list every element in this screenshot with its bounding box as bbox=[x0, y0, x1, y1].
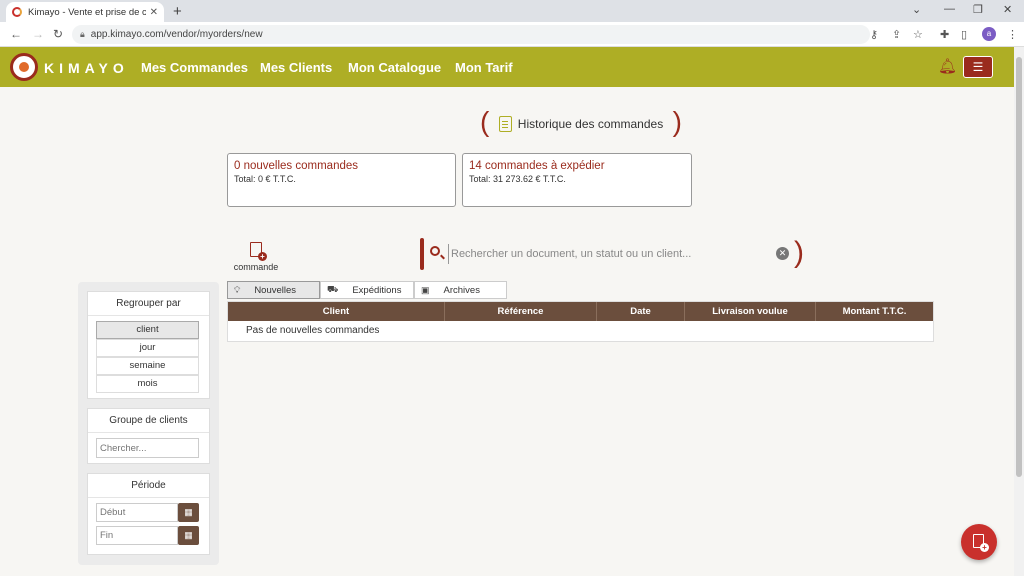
filters-sidebar: Regrouper par client jour semaine mois G… bbox=[78, 282, 219, 565]
orders-tabs: 💡︎ Nouvelles ⛟ Expéditions ▣ Archives bbox=[227, 281, 507, 299]
client-group-panel: Groupe de clients bbox=[87, 408, 210, 464]
start-date-input[interactable] bbox=[96, 503, 178, 522]
new-orders-total: Total: 0 € T.T.C. bbox=[234, 174, 296, 184]
nav-mes-commandes[interactable]: Mes Commandes bbox=[141, 60, 248, 75]
column-montant[interactable]: Montant T.T.C. bbox=[816, 302, 933, 321]
column-livraison-voulue[interactable]: Livraison voulue bbox=[685, 302, 816, 321]
url-text: app.kimayo.com/vendor/myorders/new bbox=[90, 29, 263, 40]
forward-button[interactable]: → bbox=[32, 27, 44, 41]
browser-tab[interactable]: Kimayo - Vente et prise de comm ✕ bbox=[6, 2, 164, 22]
search-right-bracket: ) bbox=[794, 236, 804, 269]
orders-to-ship-total: Total: 31 273.62 € T.T.C. bbox=[469, 174, 566, 184]
page-scrollbar[interactable] bbox=[1014, 47, 1024, 576]
browser-tab-title: Kimayo - Vente et prise de comm bbox=[28, 6, 146, 18]
right-bracket-decoration: ) bbox=[672, 106, 682, 137]
client-group-title: Groupe de clients bbox=[88, 409, 209, 433]
new-orders-card[interactable]: 0 nouvelles commandes Total: 0 € T.T.C. bbox=[227, 153, 456, 207]
group-by-jour[interactable]: jour bbox=[96, 339, 199, 357]
nav-mon-tarif[interactable]: Mon Tarif bbox=[455, 60, 513, 75]
bookmark-star-icon[interactable]: ☆ bbox=[913, 28, 923, 41]
nav-mes-clients[interactable]: Mes Clients bbox=[260, 60, 332, 75]
new-document-icon bbox=[973, 534, 989, 552]
close-window-button[interactable]: ✕ bbox=[1003, 3, 1012, 16]
search-input[interactable] bbox=[448, 244, 788, 264]
notification-bell-icon[interactable]: 🔔︎ bbox=[938, 57, 957, 75]
search-icon[interactable] bbox=[430, 246, 440, 256]
reload-button[interactable]: ↻ bbox=[53, 27, 63, 41]
column-client[interactable]: Client bbox=[228, 302, 445, 321]
address-bar[interactable]: 🔒︎ app.kimayo.com/vendor/myorders/new bbox=[72, 25, 870, 44]
browser-tab-bar: Kimayo - Vente et prise de comm ✕ + ⌄ — … bbox=[0, 0, 1024, 22]
tab-nouvelles-label: Nouvelles bbox=[254, 284, 297, 296]
kimayo-logo-icon[interactable] bbox=[10, 53, 38, 81]
back-button[interactable]: ← bbox=[10, 27, 22, 41]
document-list-icon bbox=[498, 116, 512, 132]
start-calendar-icon[interactable]: ▦ bbox=[178, 503, 199, 522]
end-date-input[interactable] bbox=[96, 526, 178, 545]
new-orders-count: 0 nouvelles commandes bbox=[234, 160, 359, 172]
share-icon[interactable]: ⇪ bbox=[892, 28, 901, 41]
group-by-client[interactable]: client bbox=[96, 321, 199, 339]
column-reference[interactable]: Référence bbox=[445, 302, 597, 321]
table-header: Client Référence Date Livraison voulue M… bbox=[228, 302, 933, 321]
logo-text[interactable]: KIMAYO bbox=[44, 60, 129, 76]
key-icon[interactable]: ⚷ bbox=[870, 28, 878, 41]
tab-archives[interactable]: ▣ Archives bbox=[414, 281, 507, 299]
group-by-title: Regrouper par bbox=[88, 292, 209, 316]
search-left-bracket bbox=[420, 238, 424, 270]
orders-to-ship-card[interactable]: 14 commandes à expédier Total: 31 273.62… bbox=[462, 153, 692, 207]
clear-search-icon[interactable]: ✕ bbox=[776, 247, 789, 260]
column-date[interactable]: Date bbox=[597, 302, 685, 321]
browser-menu-icon[interactable]: ⋮ bbox=[1007, 28, 1018, 41]
empty-table-message: Pas de nouvelles commandes bbox=[246, 325, 380, 336]
tab-expeditions-label: Expéditions bbox=[352, 284, 402, 296]
tab-search-icon[interactable]: ⌄ bbox=[912, 3, 921, 16]
search-bar: ✕ ) bbox=[420, 236, 805, 270]
extensions-icon[interactable]: ✚ bbox=[940, 28, 949, 41]
new-document-icon bbox=[250, 242, 267, 261]
new-order-label: commande bbox=[233, 262, 279, 272]
nav-mon-catalogue[interactable]: Mon Catalogue bbox=[348, 60, 441, 75]
tab-expeditions[interactable]: ⛟ Expéditions bbox=[320, 281, 414, 299]
orders-to-ship-count: 14 commandes à expédier bbox=[469, 160, 605, 172]
close-tab-icon[interactable]: ✕ bbox=[150, 7, 158, 18]
lock-icon: 🔒︎ bbox=[80, 29, 85, 39]
end-calendar-icon[interactable]: ▦ bbox=[178, 526, 199, 545]
new-order-fab[interactable] bbox=[961, 524, 997, 560]
period-title: Période bbox=[88, 474, 209, 498]
period-panel: Période ▦ ▦ bbox=[87, 473, 210, 555]
new-tab-button[interactable]: + bbox=[173, 3, 182, 20]
group-by-panel: Regrouper par client jour semaine mois bbox=[87, 291, 210, 399]
profile-avatar[interactable]: a bbox=[982, 27, 996, 41]
lightbulb-icon: 💡︎ bbox=[234, 284, 241, 295]
orders-table: Client Référence Date Livraison voulue M… bbox=[227, 301, 934, 342]
group-by-semaine[interactable]: semaine bbox=[96, 357, 199, 375]
client-group-search-input[interactable] bbox=[96, 438, 199, 458]
truck-icon: ⛟ bbox=[327, 284, 339, 294]
browser-toolbar: ← → ↻ 🔒︎ app.kimayo.com/vendor/myorders/… bbox=[0, 22, 1024, 47]
page-title-text: Historique des commandes bbox=[517, 117, 664, 131]
app-header: KIMAYO Mes Commandes Mes Clients Mon Cat… bbox=[0, 47, 1014, 87]
kimayo-favicon-icon bbox=[12, 7, 22, 17]
archive-icon: ▣ bbox=[421, 284, 430, 295]
hamburger-menu-button[interactable]: ☰ bbox=[963, 56, 993, 78]
tab-archives-label: Archives bbox=[443, 284, 480, 296]
minimize-button[interactable]: — bbox=[944, 3, 955, 15]
side-panel-icon[interactable]: ▯ bbox=[961, 28, 967, 41]
tab-nouvelles[interactable]: 💡︎ Nouvelles bbox=[227, 281, 320, 299]
maximize-button[interactable]: ❐ bbox=[973, 3, 983, 16]
page-title: ( Historique des commandes ) bbox=[480, 106, 682, 138]
group-by-mois[interactable]: mois bbox=[96, 375, 199, 393]
left-bracket-decoration: ( bbox=[480, 106, 490, 137]
new-order-button[interactable]: commande bbox=[231, 242, 281, 272]
